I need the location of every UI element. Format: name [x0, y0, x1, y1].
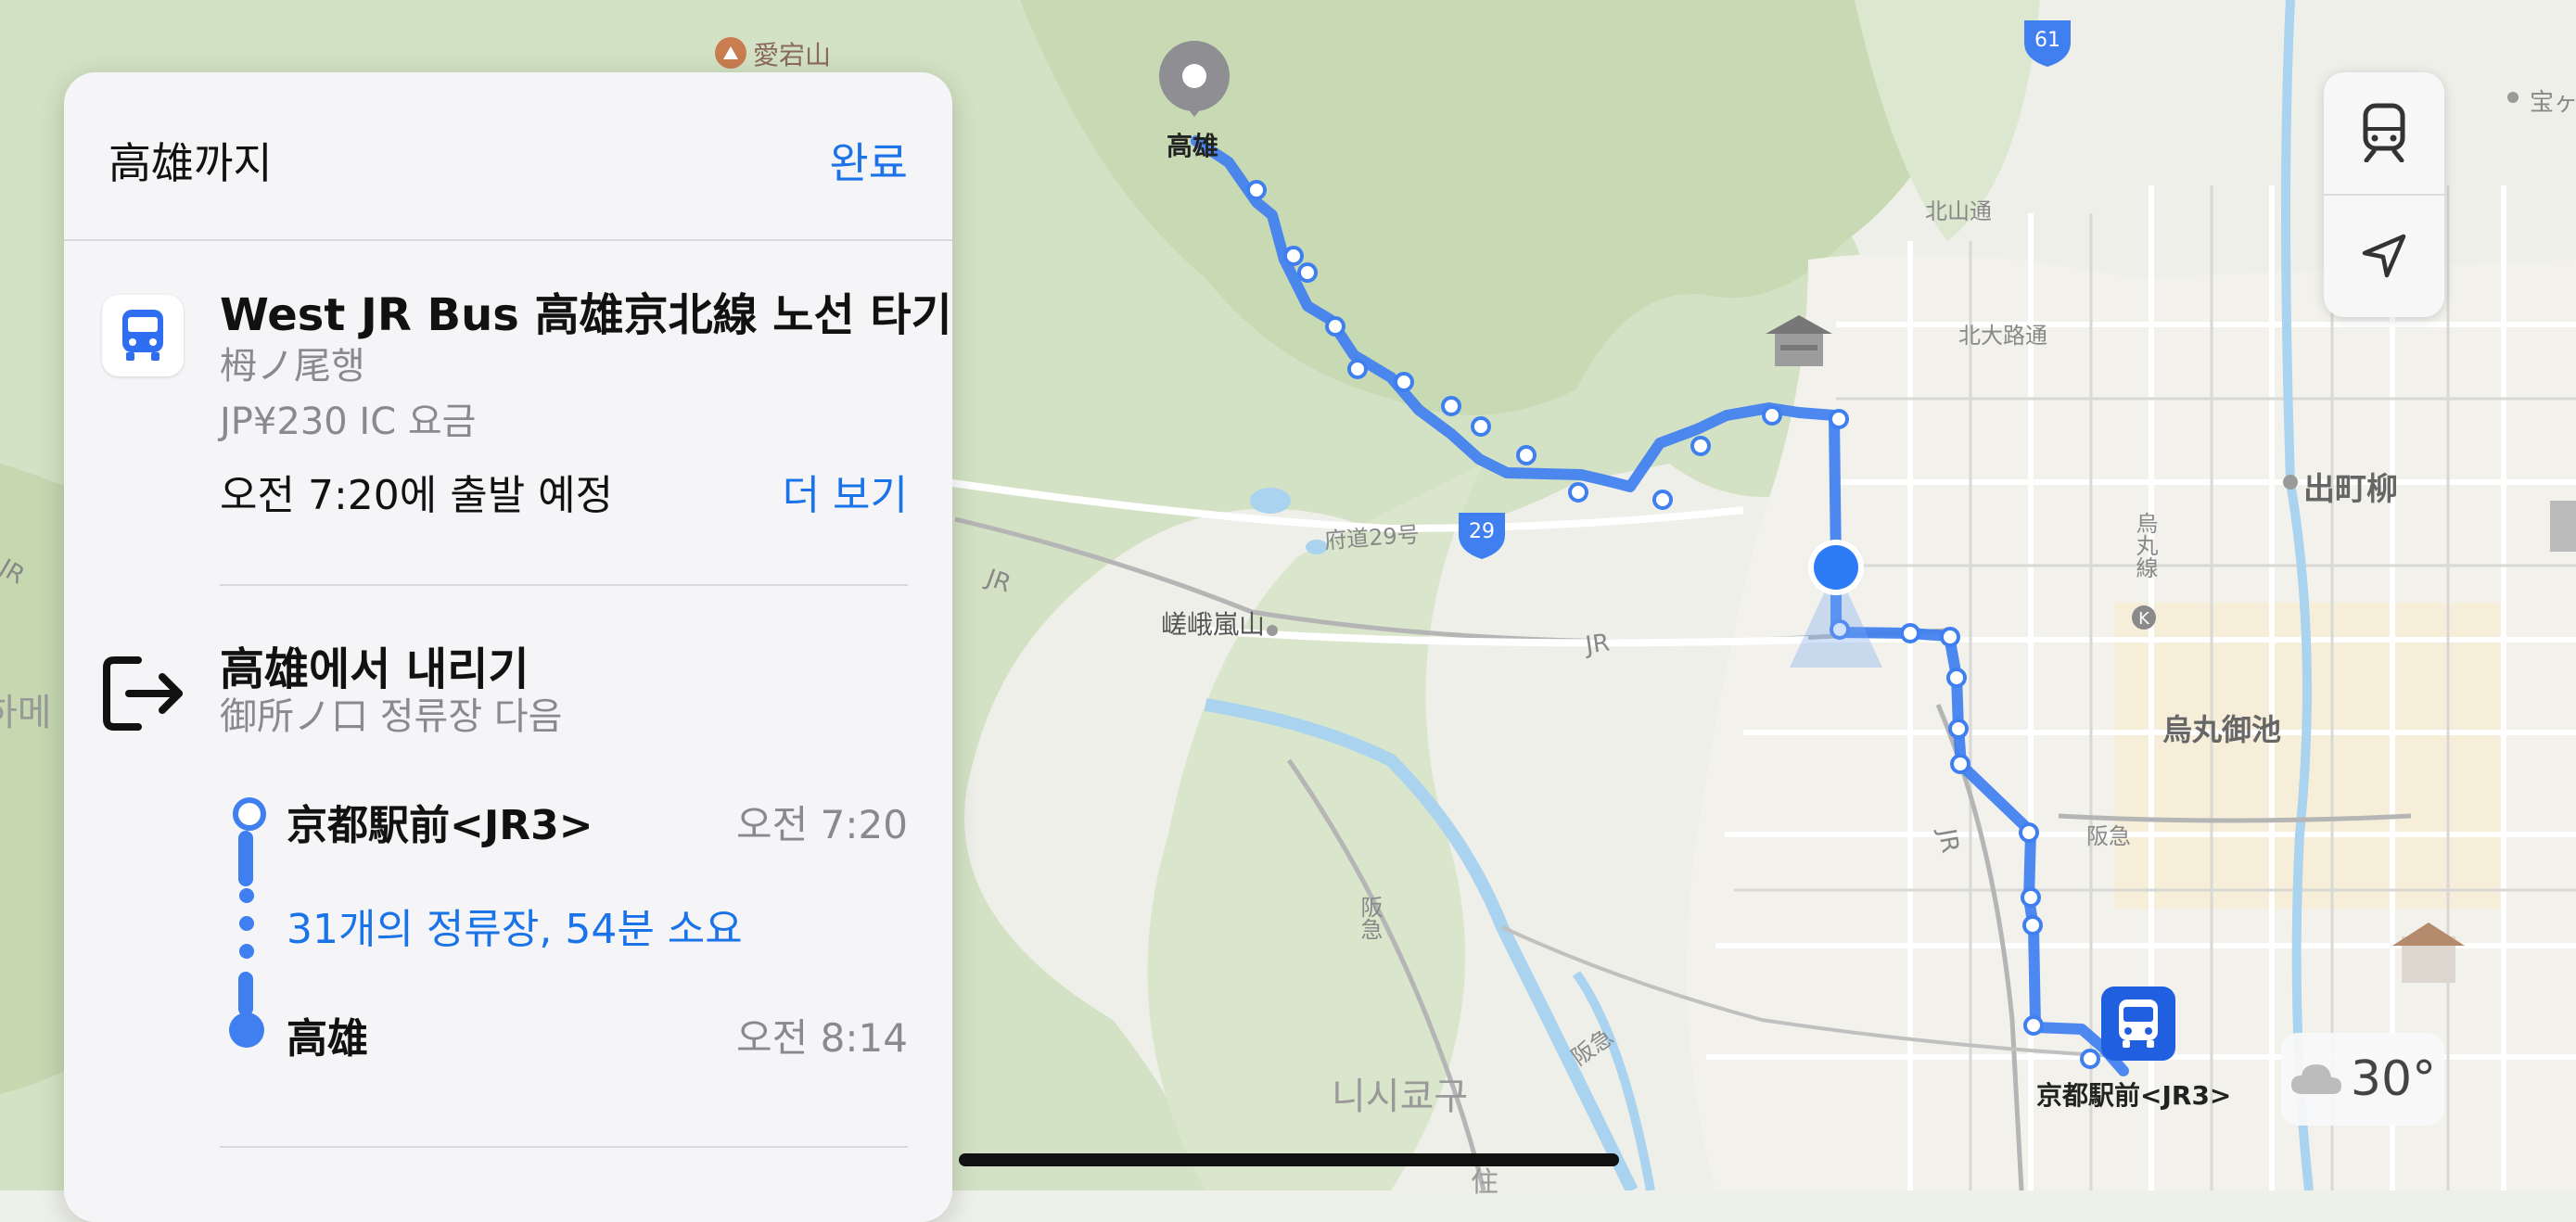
map-label-sagaarashiyama: 嵯峨嵐山 [1161, 609, 1266, 640]
map-label-pref29: 府道29号 [1323, 521, 1421, 554]
bus-icon [122, 310, 163, 361]
departure-time: 오전 7:20에 출발 예정 [220, 472, 614, 519]
start-stop-dot [233, 797, 266, 831]
mountain-icon [715, 37, 746, 69]
map-label-nishikyo: 니시쿄구 [1332, 1076, 1469, 1118]
map-label-jr2: JR [1584, 629, 1612, 660]
timeline-segment [238, 972, 253, 1016]
step-divider [220, 584, 908, 586]
end-stop-name: 高雄 [287, 1015, 368, 1063]
home-indicator[interactable] [959, 1153, 1619, 1166]
timeline-dot [239, 916, 254, 931]
board-title: West JR Bus 高雄京北線 노선 타기 [220, 289, 952, 341]
building-icon [2550, 501, 2576, 552]
bus-tile [102, 295, 184, 376]
start-stop-time: 오전 7:20 [736, 802, 908, 847]
k-marker-text: K [2138, 609, 2150, 629]
done-button[interactable]: 완료 [829, 130, 908, 191]
map-label-kitayama: 北山通 [1925, 198, 1992, 224]
map-label-takara: 宝ヶ [2530, 89, 2576, 117]
map-label-atago: 愛宕山 [753, 40, 832, 70]
bus-icon [2119, 999, 2158, 1048]
cloud-icon [2290, 1064, 2341, 1094]
start-stop-name: 京都駅前<JR3> [287, 802, 593, 849]
more-button[interactable]: 더 보기 [783, 462, 908, 521]
map-label-hankyu2: 阪急 [1357, 896, 1383, 940]
board-fare: JP¥230 IC 요금 [220, 401, 477, 443]
alight-subtitle: 御所ノ口 정류장 다음 [220, 695, 563, 738]
end-stop-dot [229, 1012, 264, 1048]
board-direction: 栂ノ尾행 [220, 345, 365, 388]
route-29-text: 29 [1469, 520, 1495, 543]
subway-k-icon: K [2132, 605, 2156, 630]
destination-pin[interactable] [1155, 39, 1233, 117]
temperature: 30° [2350, 1051, 2437, 1107]
timeline-segment [238, 831, 253, 886]
map-label-karasuma-oike: 烏丸御池 [2162, 712, 2282, 747]
transit-mode-button[interactable] [2324, 72, 2444, 193]
directions-panel: 高雄까지 완료 West JR Bus 高雄京北線 노선 타기 栂ノ尾행 JP¥… [64, 72, 952, 1222]
end-stop-time: 오전 8:14 [736, 1015, 908, 1061]
route-61-text: 61 [2034, 29, 2060, 52]
map-label-hankyu1: 阪急 [2086, 823, 2131, 849]
train-icon [2363, 103, 2405, 162]
timeline-dot [239, 944, 254, 959]
exit-icon [103, 656, 183, 731]
header-divider [64, 239, 952, 241]
bottom-divider [220, 1146, 908, 1148]
map-label-kitaoji: 北大路通 [1958, 323, 2047, 349]
map-label-origin: 京都駅前<JR3> [2036, 1080, 2232, 1111]
locate-me-button[interactable] [2324, 196, 2444, 316]
intermediate-stops-toggle[interactable]: 31개의 정류장, 54분 소요 [287, 896, 743, 955]
panel-title: 高雄까지 [108, 138, 273, 188]
map-label-cutoff-left: 하메 [0, 692, 52, 734]
map-label-jr3: JR [1932, 826, 1964, 856]
location-arrow-icon [2362, 234, 2406, 278]
timeline-dot [239, 888, 254, 903]
map-label-karasuma-line: 烏丸線 [2132, 512, 2158, 579]
map-controls [2324, 72, 2444, 317]
map-label-takao: 高雄 [1167, 131, 1219, 161]
weather-badge: 30° [2281, 1033, 2444, 1126]
origin-bus-stop-marker[interactable] [2101, 987, 2175, 1061]
map-label-demachi: 出町柳 [2303, 471, 2398, 508]
